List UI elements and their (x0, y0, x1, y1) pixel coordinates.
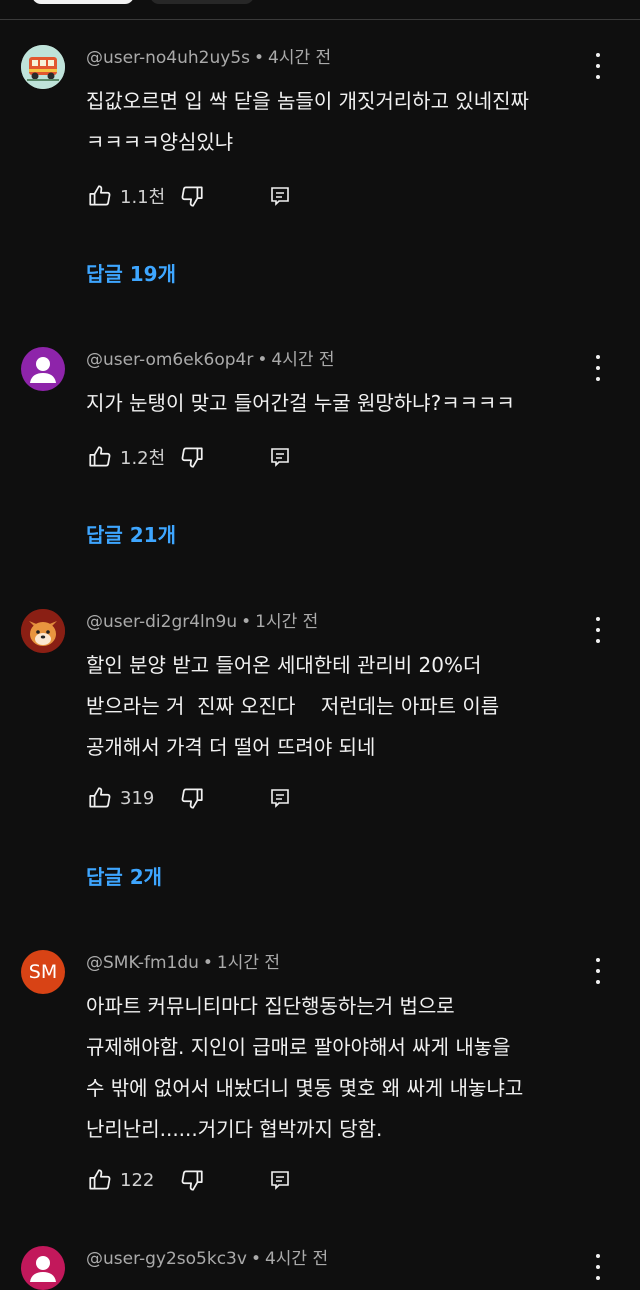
like-count: 122 (120, 1169, 155, 1191)
reply-icon[interactable] (266, 443, 294, 471)
comment-meta: @user-gy2so5kc3v • 4시간 전 (86, 1244, 328, 1269)
comment-author[interactable]: @SMK-fm1du (86, 953, 199, 973)
reply-icon[interactable] (266, 784, 294, 812)
more-options-icon[interactable] (588, 958, 608, 984)
separator: • (241, 612, 252, 632)
comment-time[interactable]: 1시간 전 (217, 953, 280, 973)
comment-actions: 1.1천 (86, 182, 294, 210)
comment-text: 지가 눈탱이 맞고 들어간걸 누굴 원망하냐?ㅋㅋㅋㅋ (86, 383, 596, 424)
dislike-icon[interactable] (178, 784, 206, 812)
comment-time[interactable]: 4시간 전 (268, 48, 331, 68)
comment-meta: @user-di2gr4ln9u • 1시간 전 (86, 607, 318, 632)
comment-actions: 1.2천 (86, 443, 294, 471)
like-count: 319 (120, 787, 155, 809)
more-options-icon[interactable] (588, 53, 608, 79)
reply-icon[interactable] (266, 182, 294, 210)
replies-button[interactable]: 답글 19개 (86, 258, 176, 287)
filter-chip-active[interactable] (32, 0, 134, 4)
like-icon[interactable] (86, 1166, 114, 1194)
reply-icon[interactable] (266, 1166, 294, 1194)
avatar[interactable] (21, 1246, 65, 1290)
comment-line: 집값오르면 입 싹 닫을 놈들이 개짓거리하고 있네진짜 (86, 89, 529, 113)
comment-line: 아파트 커뮤니티마다 집단행동하는거 법으로 (86, 994, 455, 1018)
like-icon[interactable] (86, 443, 114, 471)
separator: • (257, 350, 268, 370)
avatar[interactable]: SM (21, 950, 65, 994)
like-icon[interactable] (86, 784, 114, 812)
comment-text: 할인 분양 받고 들어온 세대한테 관리비 20%더 받으라는 거 진짜 오진다… (86, 645, 596, 768)
comment-author[interactable]: @user-om6ek6op4r (86, 350, 253, 370)
dislike-icon[interactable] (178, 443, 206, 471)
comment-text: 집값오르면 입 싹 닫을 놈들이 개짓거리하고 있네진짜 ㅋㅋㅋㅋ양심있냐 (86, 81, 596, 163)
filter-bar (0, 0, 640, 20)
comment-line: 받으라는 거 진짜 오진다 저런데는 아파트 이름 (86, 694, 500, 718)
avatar-initials: SM (28, 961, 58, 983)
comment-line: ㅋㅋㅋㅋ양심있냐 (86, 130, 234, 154)
comment-author[interactable]: @user-di2gr4ln9u (86, 612, 237, 632)
more-options-icon[interactable] (588, 355, 608, 381)
more-options-icon[interactable] (588, 1254, 608, 1280)
dog-icon (21, 609, 65, 653)
comment-line: 지가 눈탱이 맞고 들어간걸 누굴 원망하냐?ㅋㅋㅋㅋ (86, 391, 515, 415)
comment-line: 난리난리......거기다 협박까지 당함. (86, 1117, 383, 1141)
comment-line: 할인 분양 받고 들어온 세대한테 관리비 20%더 (86, 653, 482, 677)
comment-meta: @SMK-fm1du • 1시간 전 (86, 948, 280, 973)
like-count: 1.2천 (120, 448, 166, 469)
avatar[interactable] (21, 609, 65, 653)
comment-time[interactable]: 4시간 전 (271, 350, 334, 370)
comment-line: 공개해서 가격 더 떨어 뜨려야 되네 (86, 735, 376, 759)
person-icon (30, 1256, 56, 1282)
dislike-icon[interactable] (178, 1166, 206, 1194)
comment-time[interactable]: 4시간 전 (265, 1249, 328, 1269)
separator: • (202, 953, 213, 973)
comment-meta: @user-om6ek6op4r • 4시간 전 (86, 345, 335, 370)
comment-line: 수 밖에 없어서 내놨더니 몇동 몇호 왜 싸게 내놓냐고 (86, 1076, 524, 1100)
avatar[interactable] (21, 347, 65, 391)
separator: • (250, 1249, 261, 1269)
filter-chip[interactable] (150, 0, 254, 4)
comment-text: 아파트 커뮤니티마다 집단행동하는거 법으로 규제해야함. 지인이 급매로 팔아… (86, 986, 596, 1150)
comment-time[interactable]: 1시간 전 (255, 612, 318, 632)
replies-button[interactable]: 답글 21개 (86, 519, 176, 548)
like-count: 1.1천 (120, 187, 166, 208)
comment-actions: 122 (86, 1166, 294, 1194)
person-icon (30, 357, 56, 383)
comment-actions: 319 (86, 784, 294, 812)
separator: • (254, 48, 265, 68)
avatar[interactable] (21, 45, 65, 89)
comment-line: 규제해야함. 지인이 급매로 팔아야해서 싸게 내놓을 (86, 1035, 511, 1059)
replies-button[interactable]: 답글 2개 (86, 861, 162, 890)
more-options-icon[interactable] (588, 617, 608, 643)
comment-meta: @user-no4uh2uy5s • 4시간 전 (86, 43, 331, 68)
bus-avatar-icon (21, 45, 65, 89)
like-icon[interactable] (86, 182, 114, 210)
dislike-icon[interactable] (178, 182, 206, 210)
comment-author[interactable]: @user-gy2so5kc3v (86, 1249, 247, 1269)
comment-author[interactable]: @user-no4uh2uy5s (86, 48, 250, 68)
